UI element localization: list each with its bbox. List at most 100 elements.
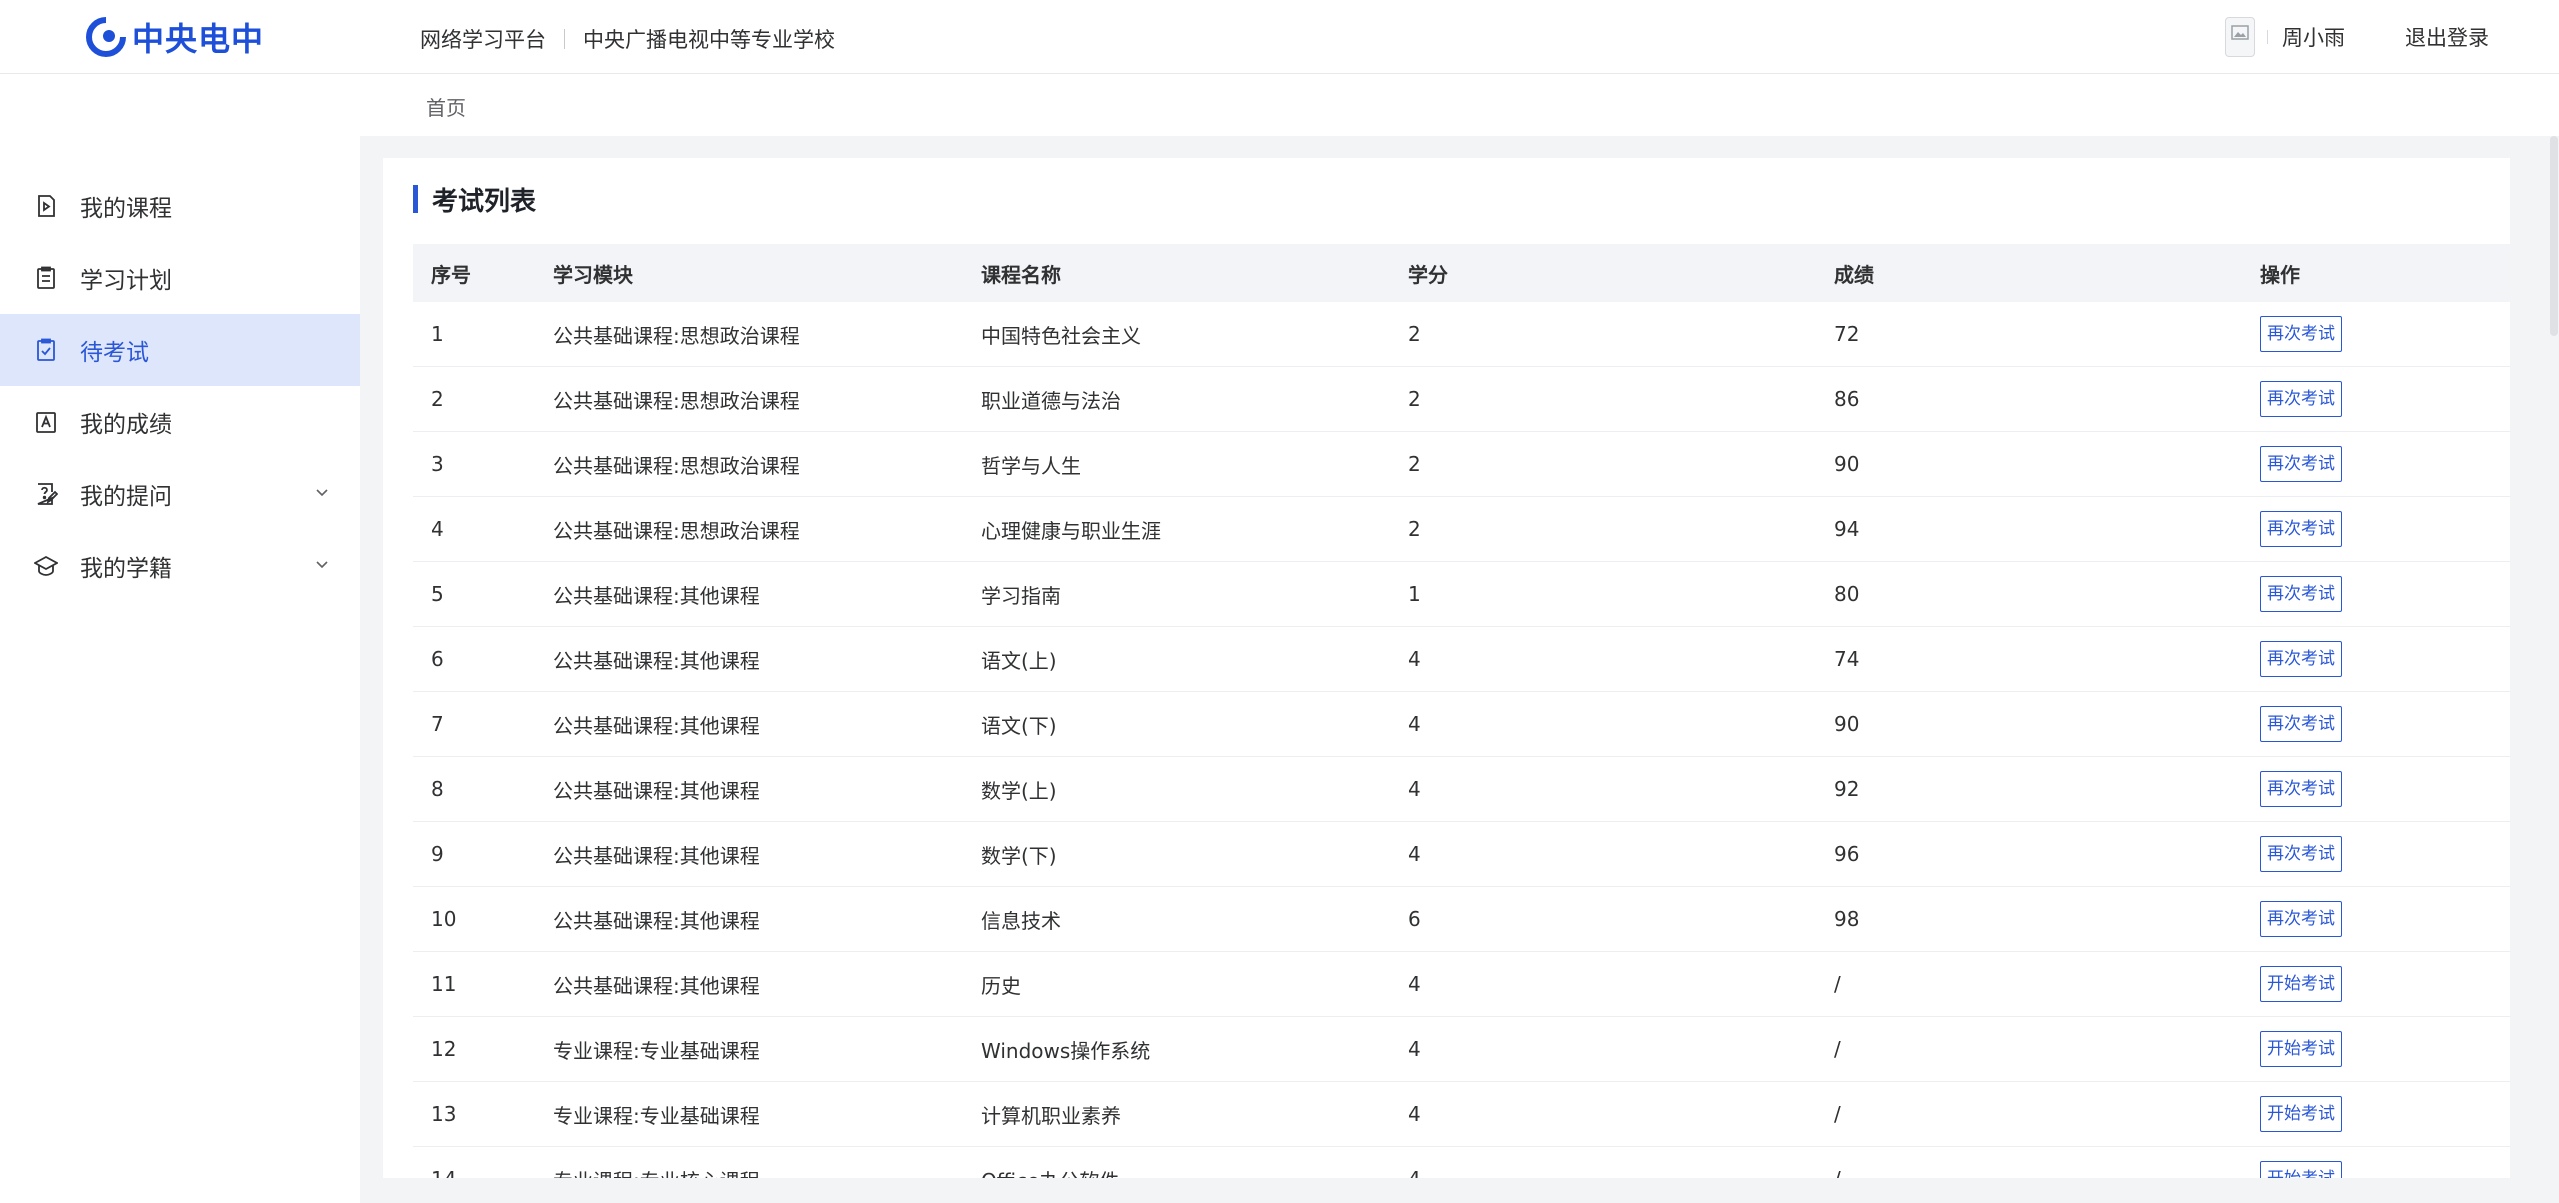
start-exam-button[interactable]: 开始考试 <box>2260 966 2342 1002</box>
column-header-credits: 学分 <box>1408 262 1448 287</box>
retake-exam-button[interactable]: 再次考试 <box>2260 576 2342 612</box>
cell-index: 2 <box>431 387 444 411</box>
cell-credits: 2 <box>1408 452 1421 476</box>
cell-course: Windows操作系统 <box>981 1038 1151 1063</box>
sidebar: 我的课程 学习计划 待考试 我的成绩 我的提问 我的学籍 <box>0 74 360 1203</box>
cell-course: 学习指南 <box>981 583 1061 608</box>
cell-course: 语文(上) <box>981 648 1057 673</box>
cell-course: 数学(上) <box>981 778 1057 803</box>
cell-credits: 4 <box>1408 647 1421 671</box>
question-icon <box>37 483 58 505</box>
retake-exam-button[interactable]: 再次考试 <box>2260 381 2342 417</box>
cell-module: 公共基础课程:其他课程 <box>553 843 760 868</box>
cell-index: 14 <box>413 1167 533 1178</box>
cell-score: 98 <box>1834 907 1860 931</box>
sidebar-item-my-courses[interactable]: 我的课程 <box>0 170 360 242</box>
retake-exam-button[interactable]: 再次考试 <box>2260 901 2342 937</box>
cell-module: 公共基础课程:其他课程 <box>553 908 760 933</box>
cell-action: 开始考试 <box>2240 1161 2510 1178</box>
cell-score: / <box>1814 1167 2240 1178</box>
card-title: 考试列表 <box>413 184 536 217</box>
cell-score: 92 <box>1834 777 1860 801</box>
sidebar-item-my-enrollment[interactable]: 我的学籍 <box>0 530 360 602</box>
cell-score: / <box>1834 1037 1841 1061</box>
column-header-score: 成绩 <box>1834 262 1874 287</box>
grade-icon <box>36 412 56 433</box>
sidebar-item-label: 我的提问 <box>80 484 172 510</box>
retake-exam-button[interactable]: 再次考试 <box>2260 771 2342 807</box>
cell-index: 12 <box>431 1037 457 1061</box>
scrollbar-thumb[interactable] <box>2550 136 2558 336</box>
cell-score: 74 <box>1834 647 1860 671</box>
cell-course: 语文(下) <box>981 713 1057 738</box>
cell-index: 7 <box>431 712 444 736</box>
cell-course: 心理健康与职业生涯 <box>981 518 1161 543</box>
cell-credits: 4 <box>1388 1167 1814 1178</box>
user-name[interactable]: 周小雨 <box>2282 22 2345 52</box>
cell-action: 再次考试 <box>2240 771 2510 807</box>
cell-module: 专业课程:专业基础课程 <box>553 1103 760 1128</box>
cell-course: 中国特色社会主义 <box>981 323 1141 348</box>
cell-action: 开始考试 <box>2240 966 2510 1002</box>
cell-credits: 4 <box>1408 712 1421 736</box>
cell-course: 数学(下) <box>981 843 1057 868</box>
sidebar-item-pending-exams[interactable]: 待考试 <box>0 314 360 386</box>
sidebar-item-my-grades[interactable]: 我的成绩 <box>0 386 360 458</box>
avatar[interactable] <box>2225 17 2255 57</box>
retake-exam-button[interactable]: 再次考试 <box>2260 446 2342 482</box>
retake-exam-button[interactable]: 再次考试 <box>2260 316 2342 352</box>
cell-module: 专业课程:专业核心课程 <box>533 1165 961 1179</box>
table-row: 4 公共基础课程:思想政治课程 心理健康与职业生涯 2 94 再次考试 <box>413 497 2510 562</box>
cell-action: 再次考试 <box>2240 641 2510 677</box>
table-row: 11 公共基础课程:其他课程 历史 4 / 开始考试 <box>413 952 2510 1017</box>
cell-index: 11 <box>431 972 457 996</box>
start-exam-button[interactable]: 开始考试 <box>2260 1031 2342 1067</box>
cell-course: 历史 <box>981 973 1021 998</box>
breadcrumb-bar: 首页 <box>360 74 2559 136</box>
table-row: 10 公共基础课程:其他课程 信息技术 6 98 再次考试 <box>413 887 2510 952</box>
cell-credits: 4 <box>1408 1037 1421 1061</box>
top-header: 中央电中 网络学习平台 中央广播电视中等专业学校 周小雨 退出登录 <box>0 0 2559 74</box>
breadcrumb-home[interactable]: 首页 <box>426 92 466 121</box>
broken-image-icon <box>2231 25 2249 40</box>
sidebar-item-study-plan[interactable]: 学习计划 <box>0 242 360 314</box>
cell-index: 8 <box>431 777 444 801</box>
retake-exam-button[interactable]: 再次考试 <box>2260 836 2342 872</box>
logout-button[interactable]: 退出登录 <box>2405 22 2489 52</box>
cell-index: 1 <box>431 322 444 346</box>
cell-action: 再次考试 <box>2240 446 2510 482</box>
cell-action: 再次考试 <box>2240 706 2510 742</box>
table-row: 7 公共基础课程:其他课程 语文(下) 4 90 再次考试 <box>413 692 2510 757</box>
column-header-index: 序号 <box>431 262 471 287</box>
avatar-divider <box>2267 30 2268 44</box>
table-header: 序号 学习模块 课程名称 学分 成绩 操作 <box>413 244 2510 302</box>
column-header-course: 课程名称 <box>981 262 1061 287</box>
table-row: 5 公共基础课程:其他课程 学习指南 1 80 再次考试 <box>413 562 2510 627</box>
title-accent-bar <box>413 185 418 213</box>
cell-credits: 4 <box>1408 972 1421 996</box>
cell-module: 专业课程:专业基础课程 <box>553 1038 760 1063</box>
page-title: 考试列表 <box>432 186 537 217</box>
table-row: 14 专业课程:专业核心课程 Office办公软件 4 / 开始考试 <box>413 1147 2510 1178</box>
sidebar-item-my-questions[interactable]: 我的提问 <box>0 458 360 530</box>
table-row: 2 公共基础课程:思想政治课程 职业道德与法治 2 86 再次考试 <box>413 367 2510 432</box>
cell-index: 6 <box>431 647 444 671</box>
cell-score: 94 <box>1834 517 1860 541</box>
start-exam-button[interactable]: 开始考试 <box>2260 1096 2342 1132</box>
retake-exam-button[interactable]: 再次考试 <box>2260 641 2342 677</box>
table-row: 9 公共基础课程:其他课程 数学(下) 4 96 再次考试 <box>413 822 2510 887</box>
logo[interactable]: 中央电中 <box>86 14 264 60</box>
cell-score: 80 <box>1834 582 1860 606</box>
table-row: 6 公共基础课程:其他课程 语文(上) 4 74 再次考试 <box>413 627 2510 692</box>
cell-module: 公共基础课程:其他课程 <box>553 778 760 803</box>
start-exam-button[interactable]: 开始考试 <box>2260 1161 2342 1178</box>
cell-index: 10 <box>431 907 457 931</box>
page-scrollbar[interactable] <box>2549 136 2559 1203</box>
cell-course: 职业道德与法治 <box>981 388 1121 413</box>
logo-text: 中央电中 <box>132 20 265 58</box>
cell-credits: 4 <box>1408 1102 1421 1126</box>
cell-action: 再次考试 <box>2240 381 2510 417</box>
sidebar-item-label: 我的课程 <box>80 196 172 222</box>
retake-exam-button[interactable]: 再次考试 <box>2260 706 2342 742</box>
retake-exam-button[interactable]: 再次考试 <box>2260 511 2342 547</box>
